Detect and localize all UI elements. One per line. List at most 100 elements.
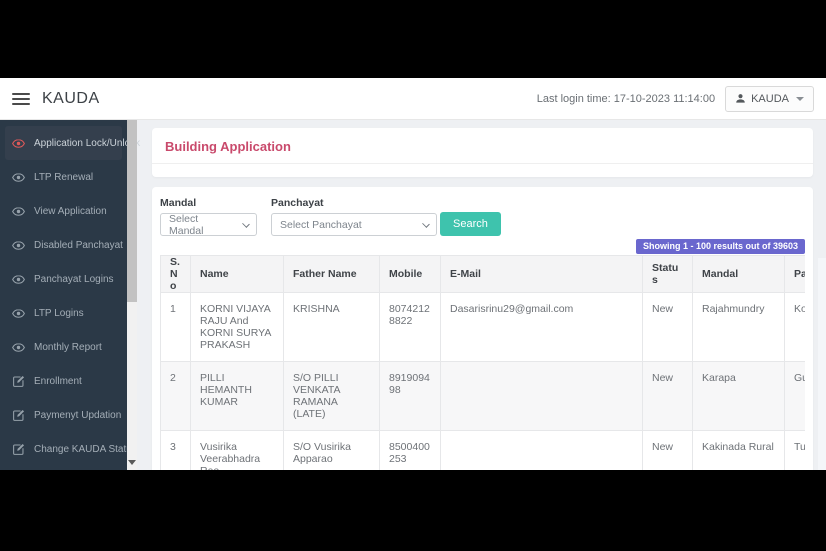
table-row: 3 Vusirika Veerabhadra Rao S/O Vusirika … (161, 431, 806, 471)
table-row: 2 PILLI HEMANTH KUMAR S/O PILLI VENKATA … (161, 362, 806, 431)
cell-status: New (643, 362, 693, 431)
sidebar-item-paymenyt-updation[interactable]: Paymenyt Updation (5, 398, 122, 432)
col-mandal: Mandal (693, 256, 785, 293)
sidebar-item-panchayat-logins[interactable]: Panchayat Logins (5, 262, 122, 296)
results-card: Mandal Select Mandal Panchayat Select Pa… (152, 187, 813, 470)
sidebar-item-ltp-logins[interactable]: LTP Logins (5, 296, 122, 330)
last-login-text: Last login time: 17-10-2023 11:14:00 (537, 93, 715, 105)
page-title-card: Building Application (152, 128, 813, 177)
cell-panchayat: Kol (785, 293, 806, 362)
panchayat-filter: Panchayat Select Panchayat (271, 197, 437, 236)
cell-mobile: 80742128822 (380, 293, 441, 362)
sidebar-item-label: Monthly Report (34, 342, 102, 353)
sidebar-item-monthly-report[interactable]: Monthly Report (5, 330, 122, 364)
filter-bar: Mandal Select Mandal Panchayat Select Pa… (160, 197, 805, 236)
table-row: 1 KORNI VIJAYA RAJU And KORNI SURYA PRAK… (161, 293, 806, 362)
search-button[interactable]: Search (440, 212, 501, 236)
cell-panchayat: Tur (785, 431, 806, 471)
cell-father-name: KRISHNA (284, 293, 380, 362)
sidebar-item-label: LTP Logins (34, 308, 84, 319)
edit-icon (12, 375, 25, 388)
col-status: Status (643, 256, 693, 293)
panchayat-select-value: Select Panchayat (280, 219, 362, 231)
sidebar-item-label: Enrollment (34, 376, 82, 387)
eye-icon (12, 137, 25, 150)
header-right: Last login time: 17-10-2023 11:14:00 KAU… (537, 86, 814, 112)
page-title: Building Application (152, 128, 813, 163)
cell-sno: 1 (161, 293, 191, 362)
app-window: KAUDA Last login time: 17-10-2023 11:14:… (0, 78, 826, 470)
eye-icon (12, 273, 25, 286)
cell-status: New (643, 431, 693, 471)
cell-mobile: 891909498 (380, 362, 441, 431)
scroll-down-arrow-icon[interactable] (128, 460, 136, 465)
eye-icon (12, 341, 25, 354)
menu-toggle-icon[interactable] (12, 93, 30, 105)
chevron-down-icon (242, 220, 250, 228)
cell-name: Vusirika Veerabhadra Rao (191, 431, 284, 471)
chevron-down-icon (422, 220, 430, 228)
sidebar-item-change-kauda-status[interactable]: Change KAUDA Status (5, 432, 122, 466)
cell-email (441, 431, 643, 471)
sidebar-item-enrollment[interactable]: Enrollment (5, 364, 122, 398)
cell-mandal: Karapa (693, 362, 785, 431)
cell-mandal: Kakinada Rural (693, 431, 785, 471)
sidebar-item-label: View Application (34, 206, 107, 217)
mandal-label: Mandal (160, 197, 257, 209)
eye-icon (12, 171, 25, 184)
col-sno: S.No (161, 256, 191, 293)
user-menu-button[interactable]: KAUDA (725, 86, 814, 112)
cell-sno: 2 (161, 362, 191, 431)
screen: KAUDA Last login time: 17-10-2023 11:14:… (0, 0, 826, 551)
eye-icon (12, 205, 25, 218)
sidebar-item-label: Panchayat Logins (34, 274, 114, 285)
results-count-badge: Showing 1 - 100 results out of 39603 (636, 239, 805, 254)
cell-mobile: 8500400253 (380, 431, 441, 471)
col-mobile: Mobile (380, 256, 441, 293)
sidebar-item-view-application[interactable]: View Application (5, 194, 122, 228)
results-table-wrap: S.No Name Father Name Mobile E-Mail Stat… (160, 255, 805, 470)
eye-icon (12, 307, 25, 320)
cell-father-name: S/O PILLI VENKATA RAMANA (LATE) (284, 362, 380, 431)
panchayat-select[interactable]: Select Panchayat (271, 213, 437, 236)
mandal-select[interactable]: Select Mandal (160, 213, 257, 236)
col-email: E-Mail (441, 256, 643, 293)
page-scrollbar[interactable] (818, 258, 826, 470)
panchayat-label: Panchayat (271, 197, 437, 209)
chevron-down-icon (796, 97, 804, 101)
results-badge-row: Showing 1 - 100 results out of 39603 (160, 236, 805, 251)
top-header: KAUDA Last login time: 17-10-2023 11:14:… (0, 78, 826, 120)
cell-panchayat: Gur (785, 362, 806, 431)
sidebar-item-disabled-panchayat[interactable]: Disabled Panchayat (5, 228, 122, 262)
cell-name: PILLI HEMANTH KUMAR (191, 362, 284, 431)
results-table: S.No Name Father Name Mobile E-Mail Stat… (160, 255, 805, 470)
col-father-name: Father Name (284, 256, 380, 293)
table-header-row: S.No Name Father Name Mobile E-Mail Stat… (161, 256, 806, 293)
cell-status: New (643, 293, 693, 362)
sidebar-item-label: Paymenyt Updation (34, 410, 121, 421)
sidebar-item-label: Application Lock/Unlock (34, 138, 140, 149)
col-name: Name (191, 256, 284, 293)
mandal-select-value: Select Mandal (169, 213, 234, 237)
cell-name: KORNI VIJAYA RAJU And KORNI SURYA PRAKAS… (191, 293, 284, 362)
scrollbar-thumb[interactable] (127, 120, 137, 302)
sidebar-item-ltp-renewal[interactable]: LTP Renewal (5, 160, 122, 194)
cell-email (441, 362, 643, 431)
col-panchayat: Pan (785, 256, 806, 293)
sidebar-item-label: Disabled Panchayat (34, 240, 123, 251)
sidebar-scrollbar[interactable] (127, 120, 137, 470)
sidebar-item-application-lock-unlock[interactable]: Application Lock/Unlock (5, 126, 122, 160)
cell-sno: 3 (161, 431, 191, 471)
brand-title: KAUDA (42, 90, 100, 108)
sidebar-item-label: Change KAUDA Status (34, 444, 137, 455)
main-content: Building Application Mandal Select Manda… (137, 120, 826, 470)
user-menu-label: KAUDA (751, 93, 789, 105)
edit-icon (12, 443, 25, 456)
cell-mandal: Rajahmundry (693, 293, 785, 362)
cell-father-name: S/O Vusirika Apparao (284, 431, 380, 471)
eye-icon (12, 239, 25, 252)
user-icon (735, 93, 746, 104)
sidebar-item-label: LTP Renewal (34, 172, 93, 183)
cell-email: Dasarisrinu29@gmail.com (441, 293, 643, 362)
mandal-filter: Mandal Select Mandal (160, 197, 257, 236)
